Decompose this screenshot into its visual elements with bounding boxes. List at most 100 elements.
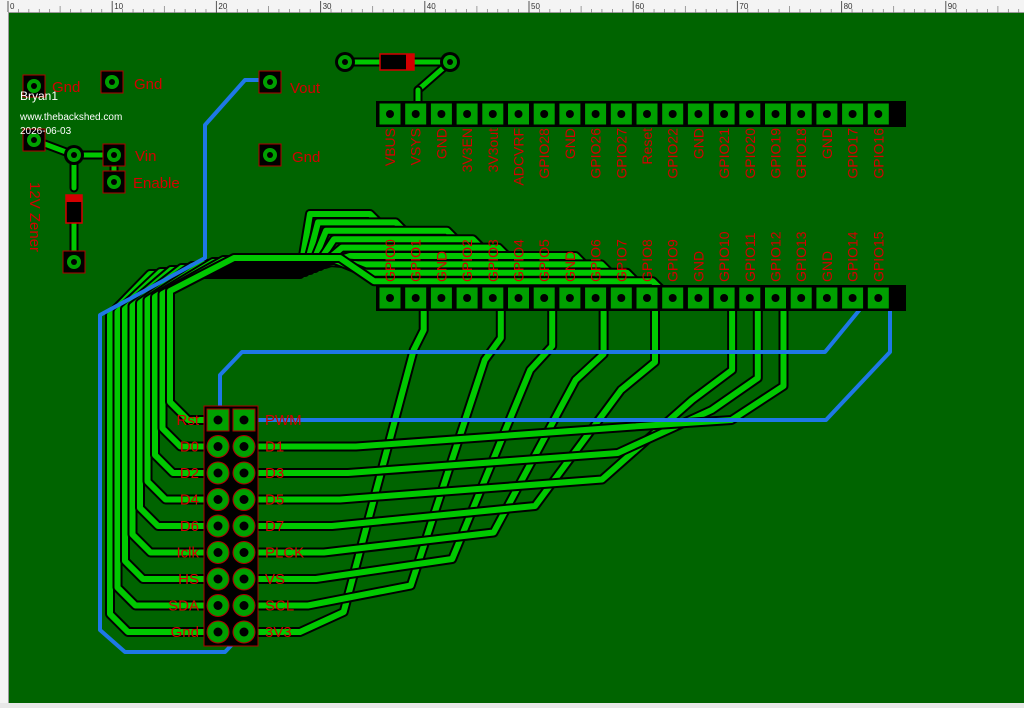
pico-bottom-pin-hole bbox=[848, 294, 857, 302]
pico-top-pin-hole bbox=[411, 110, 420, 118]
pico-top-label: GND bbox=[433, 128, 449, 159]
header-pin-hole bbox=[239, 415, 249, 425]
pad-gnd-2-hole bbox=[109, 79, 115, 85]
pico-top-label: Reset bbox=[639, 128, 655, 165]
header-pin-hole bbox=[213, 468, 223, 478]
pico-bottom-pin-hole bbox=[386, 294, 394, 302]
pico-top-label: GND bbox=[690, 128, 706, 159]
pico-bottom-label: GPIO8 bbox=[639, 239, 655, 282]
pico-bottom-pin-hole bbox=[514, 294, 523, 302]
pico-top-label: GPIO20 bbox=[742, 128, 758, 179]
pico-top-pin-hole bbox=[591, 110, 600, 118]
pico-top-label: GPIO21 bbox=[716, 128, 732, 179]
header-pin-hole bbox=[213, 495, 223, 504]
header-right-label: SCL bbox=[265, 598, 294, 615]
header-left-label: D0 bbox=[180, 439, 199, 456]
pico-bottom-pin-hole bbox=[720, 294, 729, 302]
pico-bottom-label: GPIO0 bbox=[382, 239, 398, 282]
header-pin-hole bbox=[239, 548, 249, 557]
pico-top-pin-hole bbox=[771, 110, 780, 118]
pico-top-pin-hole bbox=[720, 110, 729, 118]
pico-top-pin-hole bbox=[463, 110, 472, 118]
pico-top-label: VSYS bbox=[408, 128, 424, 165]
pad-vin-in-hole bbox=[31, 137, 37, 143]
ruler-label: 0 bbox=[10, 2, 15, 11]
pcb-board-canvas[interactable]: Gnd Gnd Vin Enable 12V Zener Vout Gnd VBUS VSYS G… bbox=[9, 13, 1024, 703]
zener-band bbox=[66, 195, 82, 202]
header-pin-hole bbox=[239, 574, 249, 584]
ruler-label: 70 bbox=[739, 2, 748, 11]
pico-bottom-label: GND bbox=[562, 251, 578, 282]
header-right-label: D5 bbox=[265, 492, 284, 509]
pico-top-pin-hole bbox=[745, 110, 754, 118]
pico-bottom-pin-hole bbox=[771, 294, 780, 302]
header-pin-hole bbox=[213, 548, 223, 557]
header-pin-hole bbox=[239, 468, 249, 478]
header-pin-hole bbox=[213, 521, 223, 531]
ruler-label: 90 bbox=[948, 2, 957, 11]
pad-gnd-3-hole bbox=[267, 152, 273, 158]
pico-top-pin-hole bbox=[617, 110, 626, 118]
ruler-label: 40 bbox=[427, 2, 436, 11]
header-right-label: D3 bbox=[265, 465, 284, 482]
ruler-label: 60 bbox=[635, 2, 644, 11]
top-ruler[interactable]: 0 10 20 30 40 50 60 70 80 90 bbox=[0, 0, 1024, 13]
header-left-label: Iclk bbox=[177, 545, 200, 562]
camera-header bbox=[203, 405, 259, 647]
watermark-site: www.thebackshed.com bbox=[19, 112, 122, 123]
header-right-label: VS bbox=[265, 571, 285, 588]
pico-bottom-label: GND bbox=[690, 251, 706, 282]
pico-top-label: GPIO19 bbox=[768, 128, 784, 179]
pico-bottom-pin-hole bbox=[874, 294, 883, 302]
pico-top-label: VBUS bbox=[382, 128, 398, 166]
pico-top-label: GPIO22 bbox=[665, 128, 681, 179]
header-pin-hole bbox=[239, 495, 249, 504]
pico-bottom-pin-hole bbox=[411, 294, 420, 302]
pico-top-pin-hole bbox=[874, 110, 883, 118]
pico-bottom-label: GND bbox=[433, 251, 449, 282]
pico-bottom-label: GPIO5 bbox=[536, 239, 552, 282]
header-left-label: HS bbox=[178, 571, 199, 588]
header-pin-hole bbox=[213, 601, 223, 610]
label-gnd-3: Gnd bbox=[292, 149, 320, 166]
pico-top-pin-hole bbox=[848, 110, 857, 118]
pico-bottom-label: GPIO3 bbox=[485, 239, 501, 282]
pico-bottom-pin-hole bbox=[565, 294, 574, 302]
header-pin-hole bbox=[239, 627, 249, 637]
pad-vout-hole bbox=[267, 79, 273, 85]
label-enable: Enable bbox=[133, 175, 180, 192]
header-left-label: Rst bbox=[177, 412, 200, 429]
label-gnd-2: Gnd bbox=[134, 76, 162, 93]
pico-bottom-pin-hole bbox=[797, 294, 806, 302]
pico-top-label: GPIO27 bbox=[613, 128, 629, 179]
pico-top-pin-hole bbox=[643, 110, 651, 118]
pad-vin-hole bbox=[111, 152, 117, 158]
pico-top-label: 3V3out bbox=[485, 128, 501, 172]
pico-top-pin-hole bbox=[488, 110, 497, 118]
header-right-label: D7 bbox=[265, 518, 284, 535]
pico-bottom-pin-hole bbox=[488, 294, 497, 302]
header-right-label: D1 bbox=[265, 439, 284, 456]
header-left-label: Gnd bbox=[171, 624, 199, 641]
pico-top-label: GPIO16 bbox=[870, 128, 886, 179]
header-left-label: D4 bbox=[180, 492, 199, 509]
pico-top-label: 3V3EN bbox=[459, 128, 475, 172]
pico-bottom-label: GND bbox=[819, 251, 835, 282]
pico-top-pin-hole bbox=[514, 110, 523, 118]
watermark-date: 2026-06-03 bbox=[20, 126, 72, 137]
header-pin-hole bbox=[239, 442, 249, 451]
pico-top-label: GPIO28 bbox=[536, 128, 552, 179]
pico-top-pin-hole bbox=[694, 110, 703, 118]
ruler-label: 10 bbox=[114, 2, 123, 11]
pad-diode-k-hole bbox=[447, 59, 453, 65]
pico-bottom-pin-hole bbox=[591, 294, 600, 302]
header-left-label: D2 bbox=[180, 465, 199, 482]
pico-top-label: ADCVRF bbox=[511, 128, 527, 186]
pico-bottom-label: GPIO4 bbox=[511, 239, 527, 282]
header-pin-hole bbox=[213, 574, 223, 584]
pico-bottom-pin-row bbox=[376, 285, 906, 311]
pico-top-pin-hole bbox=[437, 110, 446, 118]
left-ruler[interactable] bbox=[0, 12, 9, 703]
ruler-label: 80 bbox=[844, 2, 853, 11]
pico-top-pin-row bbox=[376, 101, 906, 127]
